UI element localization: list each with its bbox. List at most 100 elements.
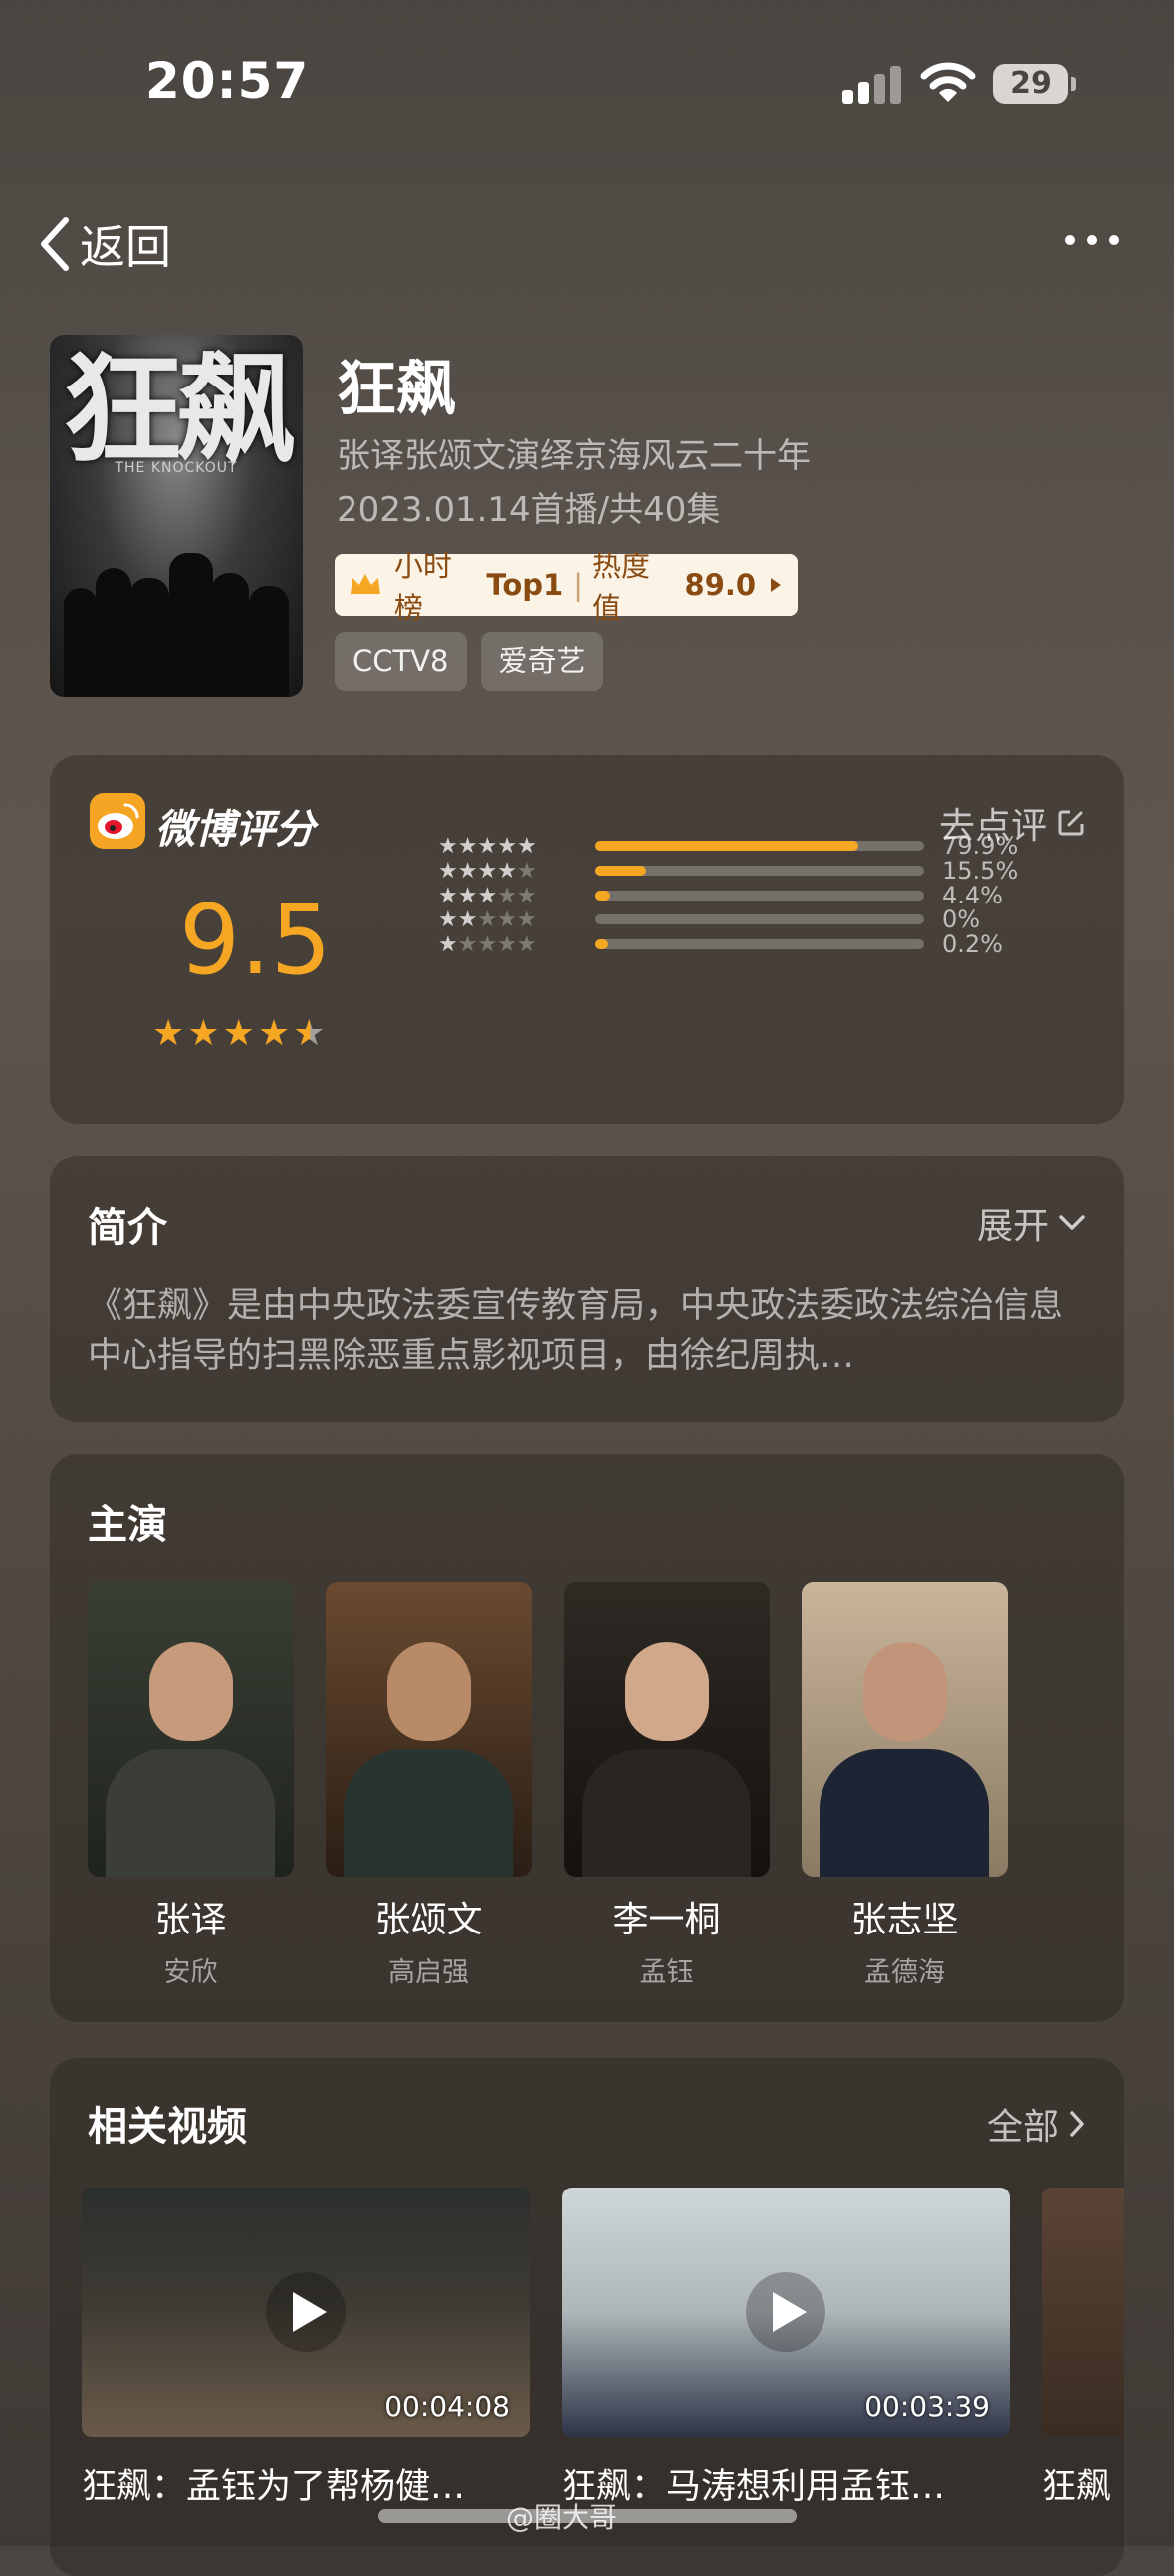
poster-title: 狂飙 <box>63 342 296 480</box>
rating-score: 9.5 <box>179 885 332 996</box>
rank-value: Top1 <box>486 568 564 602</box>
rating-bar <box>595 914 924 924</box>
back-label: 返回 <box>80 220 171 274</box>
cast-photo <box>326 1582 532 1877</box>
row-stars-icon: ★★★★★ <box>438 931 537 957</box>
video-item[interactable]: 00:03:39 狂飙：马涛想利用孟钰… <box>562 2188 1010 2509</box>
rank-badge[interactable]: 小时榜 Top1 | 热度值 89.0 <box>335 549 798 625</box>
video-title: 狂飙：孟钰为了帮杨健… <box>82 2467 466 2507</box>
expand-label: 展开 <box>976 1206 1049 1247</box>
more-button[interactable] <box>1065 235 1119 245</box>
rating-bar <box>595 891 924 901</box>
intro-card: 简介 展开 《狂飙》是由中央政法委宣传教育局，中央政法委政法综治信息中心指导的扫… <box>50 1156 1124 1422</box>
more-dot-icon <box>1087 235 1097 245</box>
cast-photo <box>88 1582 294 1877</box>
video-item[interactable]: 00:04:08 狂飙：孟钰为了帮杨健… <box>82 2188 530 2509</box>
rating-bar-fill <box>595 866 647 876</box>
caret-right-icon <box>771 578 782 592</box>
intro-title: 简介 <box>88 1205 167 1251</box>
show-poster[interactable]: 狂飙 THE KNOCKOUT <box>50 335 303 697</box>
back-button[interactable]: 返回 <box>38 211 171 277</box>
cast-card: 主演 张译 安欣 张颂文 高启强 李一桐 孟钰 张志坚 孟德海 <box>50 1454 1124 2022</box>
rating-bar <box>595 841 924 851</box>
rating-card: 微博评分 去点评 9.5 ★ ★ ★ ★ ★ ★★★★★ 79.9% ★★★★★ 15… <box>50 755 1124 1124</box>
rank-label: 小时榜 <box>393 549 452 625</box>
heat-value: 89.0 <box>684 568 757 602</box>
more-dot-icon <box>1109 235 1119 245</box>
all-videos-link[interactable]: 全部 <box>987 2098 1086 2150</box>
star-icon: ★ <box>222 1013 255 1054</box>
cast-name: 李一桐 <box>612 1900 721 1940</box>
rating-bar-fill <box>595 891 610 901</box>
poster-figures <box>60 548 293 697</box>
cast-member[interactable]: 张颂文 高启强 <box>326 1582 532 1989</box>
row-stars-icon: ★★★★★ <box>438 858 537 884</box>
star-icon: ★ <box>257 1013 291 1054</box>
video-item[interactable]: 狂飙 <box>1042 2188 1124 2509</box>
expand-button[interactable]: 展开 <box>977 1197 1086 1249</box>
cast-member[interactable]: 李一桐 孟钰 <box>564 1582 770 1989</box>
video-thumbnail <box>1042 2188 1124 2437</box>
tag-iqiyi[interactable]: 爱奇艺 <box>480 632 603 691</box>
video-duration: 00:03:39 <box>864 2390 990 2423</box>
star-icon: ★ <box>152 1013 185 1054</box>
star-icon: ★ <box>187 1013 220 1054</box>
all-videos-label: 全部 <box>986 2107 1058 2148</box>
heat-label: 热度值 <box>591 549 650 625</box>
battery-icon: 29 <box>993 64 1068 104</box>
rating-bar-fill <box>595 939 609 949</box>
chevron-left-icon <box>41 217 69 271</box>
play-icon <box>266 2272 346 2352</box>
cast-member[interactable]: 张志坚 孟德海 <box>802 1582 1008 1989</box>
rating-bar-fill <box>595 841 858 851</box>
weibo-logo-icon <box>90 793 145 849</box>
show-subtitle: 张译张颂文演绎京海风云二十年 <box>337 436 811 476</box>
chevron-down-icon <box>1059 1215 1085 1230</box>
rating-bar <box>595 866 924 876</box>
rating-brand: 微博评分 <box>155 807 315 853</box>
cast-title: 主演 <box>88 1502 167 1548</box>
cast-list: 张译 安欣 张颂文 高启强 李一桐 孟钰 张志坚 孟德海 <box>88 1582 1008 1989</box>
battery-tip <box>1071 77 1076 91</box>
crown-icon <box>350 574 380 594</box>
intro-text: 《狂飙》是由中央政法委宣传教育局，中央政法委政法综治信息中心指导的扫黑除恶重点影… <box>88 1286 1064 1376</box>
video-title: 狂飙：马涛想利用孟钰… <box>562 2467 946 2507</box>
poster-subtitle: THE KNOCKOUT <box>115 460 238 476</box>
video-thumbnail: 00:04:08 <box>82 2188 530 2437</box>
watermark: @圈大哥 <box>506 2501 618 2534</box>
videos-title: 相关视频 <box>88 2104 247 2150</box>
cast-member[interactable]: 张译 安欣 <box>88 1582 294 1989</box>
cellular-signal-icon <box>842 64 902 104</box>
platform-tags: CCTV8 爱奇艺 <box>335 632 603 691</box>
cast-role: 孟德海 <box>864 1957 945 1988</box>
rating-row: ★★★★★ 0.2% <box>438 929 1003 959</box>
cast-name: 张颂文 <box>374 1900 483 1940</box>
cast-role: 高启强 <box>388 1957 469 1988</box>
more-dot-icon <box>1065 235 1075 245</box>
half-star-icon: ★ <box>293 1013 326 1054</box>
cast-name: 张志坚 <box>850 1900 959 1940</box>
edit-icon <box>1058 810 1084 836</box>
play-icon <box>746 2272 825 2352</box>
rating-bar <box>595 939 924 949</box>
cast-role: 安欣 <box>163 1957 218 1988</box>
video-duration: 00:04:08 <box>384 2390 510 2423</box>
row-stars-icon: ★★★★★ <box>438 833 537 859</box>
cast-name: 张译 <box>154 1900 227 1940</box>
cast-photo <box>564 1582 770 1877</box>
status-time: 20:57 <box>145 52 310 110</box>
chevron-right-icon <box>1070 2111 1084 2137</box>
wifi-icon <box>920 62 976 102</box>
row-stars-icon: ★★★★★ <box>438 906 537 932</box>
cast-photo <box>802 1582 1008 1877</box>
video-title: 狂飙 <box>1042 2467 1112 2507</box>
show-title: 狂飙 <box>337 355 456 424</box>
video-list: 00:04:08 狂飙：孟钰为了帮杨健… 00:03:39 狂飙：马涛想利用孟钰… <box>82 2188 1124 2509</box>
video-thumbnail: 00:03:39 <box>562 2188 1010 2437</box>
rating-stars: ★ ★ ★ ★ ★ <box>152 1016 325 1052</box>
cast-role: 孟钰 <box>639 1957 694 1988</box>
rating-percent: 0.2% <box>942 930 1003 958</box>
tag-cctv8[interactable]: CCTV8 <box>335 632 467 691</box>
rank-separator: | <box>573 568 583 602</box>
show-date-info: 2023.01.14首播/共40集 <box>337 490 721 530</box>
